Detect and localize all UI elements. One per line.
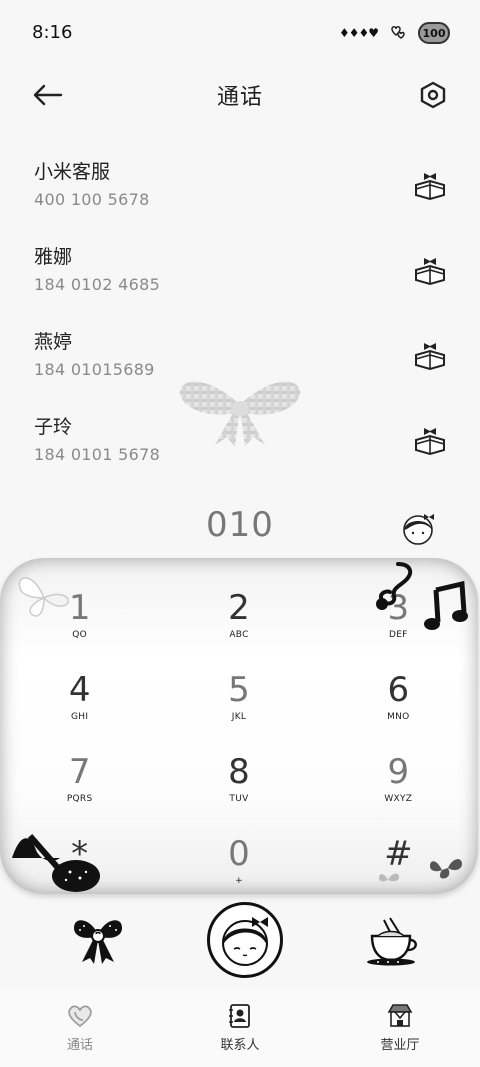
status-time: 8:16	[32, 21, 73, 43]
key-digit: 5	[228, 670, 250, 710]
key-6[interactable]: 6 MNO	[319, 666, 478, 748]
key-2[interactable]: 2 ABC	[159, 584, 318, 666]
contact-number: 184 0102 4685	[34, 274, 161, 294]
contact-info: 小米客服 400 100 5678	[34, 157, 150, 209]
key-digit: 0	[228, 834, 250, 874]
butterfly-light-decoration	[379, 873, 399, 882]
nav-item-store[interactable]: 营业厅	[340, 1002, 460, 1053]
settings-button[interactable]	[416, 78, 450, 112]
key-9[interactable]: 9 WXYZ	[319, 748, 478, 830]
butterfly-dark-decoration	[430, 859, 462, 879]
key-letters: JKL	[231, 712, 247, 722]
battery-icon: 100	[418, 22, 450, 44]
butterfly-decoration	[18, 577, 69, 617]
key-digit: 6	[387, 670, 410, 710]
key-letters: MNO	[387, 712, 410, 722]
music-note-decoration	[12, 834, 100, 892]
bow-book-call-icon[interactable]	[410, 248, 450, 288]
key-letters: +	[235, 876, 243, 886]
bow-book-call-icon[interactable]	[410, 418, 450, 458]
dialer-actions	[0, 900, 480, 980]
key-digit: 9	[387, 752, 410, 792]
contact-name: 燕婷	[34, 330, 73, 353]
teacup-icon[interactable]	[364, 914, 420, 966]
battery-level: 100	[422, 26, 446, 40]
key-4[interactable]: 4 GHI	[0, 666, 159, 748]
back-button[interactable]	[30, 78, 64, 112]
key-digit: 4	[68, 670, 91, 710]
key-digit: #	[384, 834, 413, 874]
bow-book-call-icon[interactable]	[410, 333, 450, 373]
girl-face-icon[interactable]	[398, 508, 438, 548]
arrow-left-icon	[33, 84, 63, 106]
key-letters: ABC	[229, 630, 249, 640]
contact-name: 雅娜	[34, 245, 73, 268]
girl-face-icon	[222, 917, 268, 966]
store-icon	[387, 1004, 413, 1027]
contact-number: 184 0101 5678	[34, 444, 161, 464]
key-7[interactable]: 7 PQRS	[0, 748, 159, 830]
contact-name: 小米客服	[34, 160, 111, 183]
bow-book-call-icon[interactable]	[410, 163, 450, 203]
key-letters: TUV	[229, 794, 249, 804]
header: 通话	[0, 70, 480, 120]
nav-label: 营业厅	[380, 1038, 420, 1053]
status-icons: ♦♦♦♥ 100	[339, 22, 450, 44]
signal-decoration: ♦♦♦♥	[338, 26, 379, 40]
contact-row[interactable]: 小米客服 400 100 5678	[0, 140, 480, 225]
plaid-bow-decoration	[179, 381, 301, 447]
key-digit: 7	[68, 752, 91, 792]
contact-name: 子玲	[34, 415, 73, 438]
contact-info: 雅娜 184 0102 4685	[34, 242, 160, 294]
music-notes-icon	[376, 562, 468, 630]
nav-label: 联系人	[220, 1038, 260, 1053]
key-5[interactable]: 5 JKL	[159, 666, 318, 748]
contact-number: 184 01015689	[34, 359, 155, 379]
bottom-nav: 通话 联系人 营业厅	[0, 988, 480, 1067]
contact-info: 子玲 184 0101 5678	[34, 412, 160, 464]
nav-item-calls[interactable]: 通话	[20, 1002, 140, 1053]
nav-item-contacts[interactable]: 联系人	[180, 1002, 300, 1053]
contact-row[interactable]: 雅娜 184 0102 4685	[0, 225, 480, 310]
nav-label: 通话	[66, 1038, 93, 1053]
contact-number: 400 100 5678	[34, 189, 150, 209]
key-8[interactable]: 8 TUV	[159, 748, 318, 830]
call-button[interactable]	[207, 902, 283, 978]
hexagon-settings-icon	[420, 81, 446, 109]
key-digit: 2	[228, 588, 250, 628]
status-bar: 8:16 ♦♦♦♥ 100	[0, 0, 480, 66]
key-letters: PQRS	[66, 794, 93, 804]
contact-info: 燕婷 184 01015689	[34, 327, 155, 379]
dial-keypad: 1 QO 2 ABC 3 DEF 4 GHI 5 JKL 6 MNO 7 PQRS 8 TUV …	[0, 558, 478, 894]
phone-heart-icon	[68, 1005, 92, 1027]
key-letters: WXYZ	[384, 794, 413, 804]
bow-icon[interactable]	[70, 914, 126, 966]
key-digit: 8	[228, 752, 250, 792]
key-letters: GHI	[71, 712, 89, 722]
page-title: 通话	[216, 85, 263, 110]
key-letters: QO	[72, 630, 88, 640]
contacts-book-icon	[229, 1004, 250, 1028]
hearts-icon	[391, 26, 405, 39]
